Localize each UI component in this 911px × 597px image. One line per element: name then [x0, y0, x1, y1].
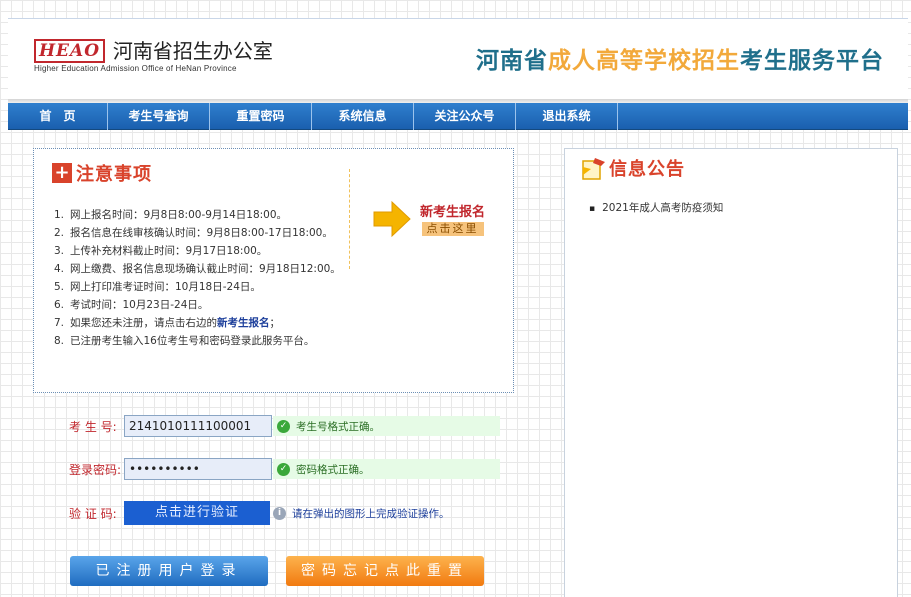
new-registration[interactable]: 新考生报名 点击这里 [420, 205, 485, 236]
platform-title-part2: 成人高等学校招生 [548, 48, 740, 74]
nav-system-info[interactable]: 系统信息 [312, 103, 414, 130]
announcement-item[interactable]: 2021年成人高考防疫须知 [589, 200, 723, 217]
notice-panel: + 注意事项 1. 网上报名时间：9月8日8:00-9月14日18:00。 2. 报… [33, 148, 514, 393]
password-input[interactable]: •••••••••• [124, 458, 272, 480]
announcement-list: 2021年成人高考防疫须知 [589, 200, 723, 217]
list-item: 8. 已注册考生输入16位考生号和密码登录此服务平台。 [54, 335, 315, 347]
notice-list: 1. 网上报名时间：9月8日8:00-9月14日18:00。 2. 报名信息在线审核… [54, 206, 341, 350]
list-item: 1. 网上报名时间：9月8日8:00-9月14日18:00。 [54, 209, 288, 221]
captcha-verify-button[interactable]: 点击进行验证 [124, 501, 270, 525]
logo-badge: HEAO [34, 39, 106, 63]
announcement-header: 信息公告 [581, 155, 685, 181]
announcement-panel: 信息公告 2021年成人高考防疫须知 [564, 148, 898, 597]
list-item: 4. 网上缴费、报名信息现场确认截止时间：9月18日12:00。 [54, 263, 341, 275]
list-item: 2. 报名信息在线审核确认时间：9月8日8:00-17日18:00。 [54, 227, 333, 239]
notice-divider [349, 169, 350, 269]
password-status: ✓ 密码格式正确。 [273, 459, 500, 479]
nav-exam-number-query[interactable]: 考生号查询 [108, 103, 210, 130]
nav-home[interactable]: 首 页 [8, 103, 108, 130]
password-label: 登录密码: [69, 462, 122, 477]
platform-title-part3: 考生服务平台 [740, 48, 884, 74]
arrow-right-icon [373, 200, 411, 238]
new-registration-button[interactable]: 点击这里 [421, 222, 484, 236]
login-button[interactable]: 已注册用户登录 [70, 556, 268, 586]
notice-title: 注意事项 [76, 164, 152, 185]
nav-logout[interactable]: 退出系统 [516, 103, 618, 130]
nav-follow-account[interactable]: 关注公众号 [414, 103, 516, 130]
logo-subtitle: Higher Education Admission Office of HeN… [34, 64, 237, 73]
new-registration-title[interactable]: 新考生报名 [420, 205, 485, 221]
captcha-row: 验 证 码: 点击进行验证 [69, 501, 270, 525]
main-nav: 首 页 考生号查询 重置密码 系统信息 关注公众号 退出系统 [8, 103, 908, 130]
list-item: 3. 上传补充材料截止时间：9月17日18:00。 [54, 245, 268, 257]
plus-icon: + [52, 163, 72, 183]
exam-number-row: 考 生 号: 2141010111100001 [69, 415, 272, 437]
nav-reset-password[interactable]: 重置密码 [210, 103, 312, 130]
notepad-icon [582, 158, 605, 180]
announcement-title: 信息公告 [609, 159, 685, 180]
password-row: 登录密码: •••••••••• [69, 458, 272, 480]
new-registration-inline-link[interactable]: 新考生报名 [217, 317, 270, 329]
captcha-label: 验 证 码: [69, 506, 117, 521]
list-item: 7. 如果您还未注册，请点击右边的新考生报名； [54, 317, 280, 329]
list-item: 6. 考试时间：10月23日-24日。 [54, 299, 209, 311]
reset-password-button[interactable]: 密码忘记点此重置 [286, 556, 484, 586]
platform-title-part1: 河南省 [476, 48, 548, 74]
check-icon: ✓ [277, 419, 290, 433]
logo-title: 河南省招生办公室 [112, 39, 273, 63]
check-icon: ✓ [277, 462, 290, 476]
logo[interactable]: HEAO 河南省招生办公室 Higher Education Admission… [34, 39, 273, 73]
platform-title: 河南省成人高等学校招生考生服务平台 [476, 41, 884, 75]
info-icon: i [273, 507, 286, 520]
notice-header: + 注意事项 [52, 160, 152, 186]
captcha-hint: i 请在弹出的图形上完成验证操作。 [269, 506, 450, 521]
exam-number-label: 考 生 号: [69, 419, 117, 434]
exam-number-status: ✓ 考生号格式正确。 [273, 416, 500, 436]
list-item: 5. 网上打印准考证时间：10月18日-24日。 [54, 281, 261, 293]
exam-number-input[interactable]: 2141010111100001 [124, 415, 272, 437]
site-header: HEAO 河南省招生办公室 Higher Education Admission… [8, 19, 908, 99]
